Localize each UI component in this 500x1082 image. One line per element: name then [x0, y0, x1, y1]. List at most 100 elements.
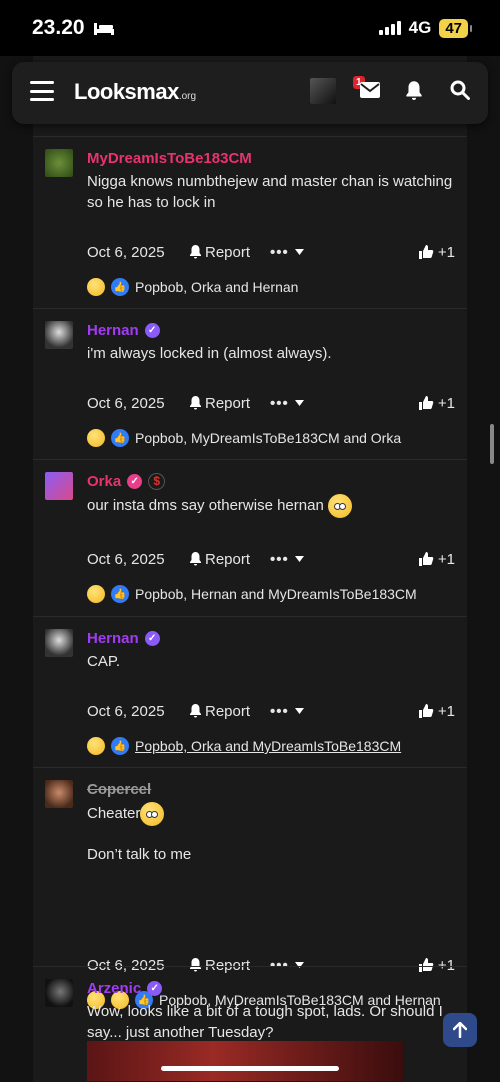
like-label: +1: [437, 394, 455, 412]
report-button[interactable]: Report: [189, 244, 250, 261]
post-body: Orka ✓ $ our insta dms say otherwise herna…: [87, 470, 457, 518]
post: Arzenic ✓ Wow, looks like a bit of a toug…: [33, 966, 467, 1082]
logo-suffix: .org: [178, 91, 197, 102]
more-options-button[interactable]: •••: [270, 703, 304, 720]
more-options-button[interactable]: •••: [270, 395, 304, 412]
username-text[interactable]: Copercel: [87, 781, 151, 798]
bell-icon: [190, 245, 201, 259]
reactions-text[interactable]: Popbob, Orka and MyDreamIsToBe183CM: [135, 738, 401, 754]
post-body: Hernan ✓ CAP.: [87, 627, 457, 672]
avatar[interactable]: [45, 629, 73, 657]
post-date[interactable]: Oct 6, 2025: [87, 551, 187, 568]
scroll-to-top-button[interactable]: [443, 1013, 477, 1047]
caret-down-icon: [294, 556, 304, 562]
home-indicator[interactable]: [161, 1066, 339, 1071]
username[interactable]: Hernan ✓: [87, 627, 457, 649]
reactions-summary[interactable]: 👍 Popbob, Orka and Hernan: [87, 277, 457, 297]
reactions-summary[interactable]: 👍 Popbob, Orka and MyDreamIsToBe183CM: [87, 736, 457, 756]
thumbs-up-icon: [418, 245, 434, 259]
reactions-text[interactable]: Popbob, Hernan and MyDreamIsToBe183CM: [135, 586, 417, 602]
username[interactable]: MyDreamIsToBe183CM: [87, 147, 457, 169]
like-reaction-icon: 👍: [111, 429, 129, 447]
username[interactable]: Hernan ✓: [87, 319, 457, 341]
post-actions: Oct 6, 2025 Report ••• +1: [87, 549, 455, 569]
like-button[interactable]: +1: [418, 551, 455, 568]
logo-text: Looksmax: [74, 79, 179, 104]
username-text[interactable]: Arzenic: [87, 980, 141, 997]
status-indicators: 4G 47: [378, 18, 472, 38]
reactions-text[interactable]: Popbob, MyDreamIsToBe183CM and Orka: [135, 430, 401, 446]
avatar[interactable]: [45, 979, 73, 1007]
laugh-reaction-icon: [87, 429, 105, 447]
arrow-up-icon: [453, 1022, 467, 1038]
laugh-reaction-icon: [87, 585, 105, 603]
like-button[interactable]: +1: [418, 244, 455, 261]
mail-icon[interactable]: [360, 82, 380, 98]
bell-icon: [190, 552, 201, 566]
username[interactable]: Copercel: [87, 778, 457, 800]
username[interactable]: Orka ✓ $: [87, 470, 457, 492]
message-text: our insta dms say otherwise hernan: [87, 496, 324, 514]
post-actions: Oct 6, 2025 Report ••• +1: [87, 701, 455, 721]
thumbs-up-icon: [418, 552, 434, 566]
username-text[interactable]: MyDreamIsToBe183CM: [87, 150, 252, 167]
message: our insta dms say otherwise hernan: [87, 494, 457, 518]
status-bar: 23.20 4G 47: [0, 0, 500, 56]
like-button[interactable]: +1: [418, 395, 455, 412]
report-button[interactable]: Report: [189, 395, 250, 412]
reactions-summary[interactable]: 👍 Popbob, MyDreamIsToBe183CM and Orka: [87, 428, 457, 448]
battery-icon: 47: [439, 18, 472, 38]
more-options-button[interactable]: •••: [270, 551, 304, 568]
username-text[interactable]: Hernan: [87, 630, 139, 647]
avatar[interactable]: [45, 780, 73, 808]
message: Cheater: [87, 802, 457, 826]
post-body: Copercel Cheater Don’t talk to me: [87, 778, 457, 865]
verified-badge-icon: ✓: [144, 322, 160, 338]
avatar[interactable]: [45, 149, 73, 177]
more-dots: •••: [270, 550, 289, 568]
post-body: Arzenic ✓ Wow, looks like a bit of a toug…: [87, 977, 457, 1043]
more-options-button[interactable]: •••: [270, 244, 304, 261]
site-logo[interactable]: Looksmax.org: [74, 79, 196, 105]
verified-badge-icon: ✓: [147, 980, 163, 996]
site-header: Looksmax.org 1: [12, 62, 488, 124]
network-type: 4G: [408, 18, 432, 37]
thread: MyDreamIsToBe183CM Nigga knows numbtheje…: [33, 56, 467, 1082]
like-reaction-icon: 👍: [111, 737, 129, 755]
user-avatar[interactable]: [310, 78, 336, 104]
post-date[interactable]: Oct 6, 2025: [87, 703, 187, 720]
dollar-badge-icon: $: [148, 472, 166, 490]
message: Nigga knows numbthejew and master chan i…: [87, 173, 453, 211]
hamburger-menu-icon[interactable]: [30, 81, 54, 101]
more-dots: •••: [270, 394, 289, 412]
like-button[interactable]: +1: [418, 703, 455, 720]
search-icon[interactable]: [450, 80, 470, 100]
report-button[interactable]: Report: [189, 551, 250, 568]
scrollbar[interactable]: [490, 424, 494, 464]
message: CAP.: [87, 653, 121, 670]
post-date[interactable]: Oct 6, 2025: [87, 244, 187, 261]
more-dots: •••: [270, 702, 289, 720]
username-text[interactable]: Orka: [87, 473, 121, 490]
page: MyDreamIsToBe183CM Nigga knows numbtheje…: [0, 56, 500, 1082]
username-text[interactable]: Hernan: [87, 322, 139, 339]
post: MyDreamIsToBe183CM Nigga knows numbtheje…: [33, 136, 467, 308]
message-line-2: Don’t talk to me: [87, 846, 192, 863]
post: Orka ✓ $ our insta dms say otherwise herna…: [33, 459, 467, 616]
post-actions: Oct 6, 2025 Report ••• +1: [87, 393, 455, 413]
avatar[interactable]: [45, 472, 73, 500]
bell-icon: [190, 396, 201, 410]
username[interactable]: Arzenic ✓: [87, 977, 457, 999]
avatar[interactable]: [45, 321, 73, 349]
report-label: Report: [205, 394, 251, 412]
reactions-text[interactable]: Popbob, Orka and Hernan: [135, 279, 298, 295]
laugh-reaction-icon: [87, 737, 105, 755]
report-label: Report: [205, 702, 251, 720]
reactions-summary[interactable]: 👍 Popbob, Hernan and MyDreamIsToBe183CM: [87, 584, 457, 604]
report-button[interactable]: Report: [189, 703, 250, 720]
post-body: MyDreamIsToBe183CM Nigga knows numbtheje…: [87, 147, 457, 213]
embedded-image[interactable]: [87, 1041, 403, 1081]
bed-icon: [93, 23, 114, 35]
post-date[interactable]: Oct 6, 2025: [87, 395, 187, 412]
notifications-bell-icon[interactable]: [405, 81, 423, 101]
